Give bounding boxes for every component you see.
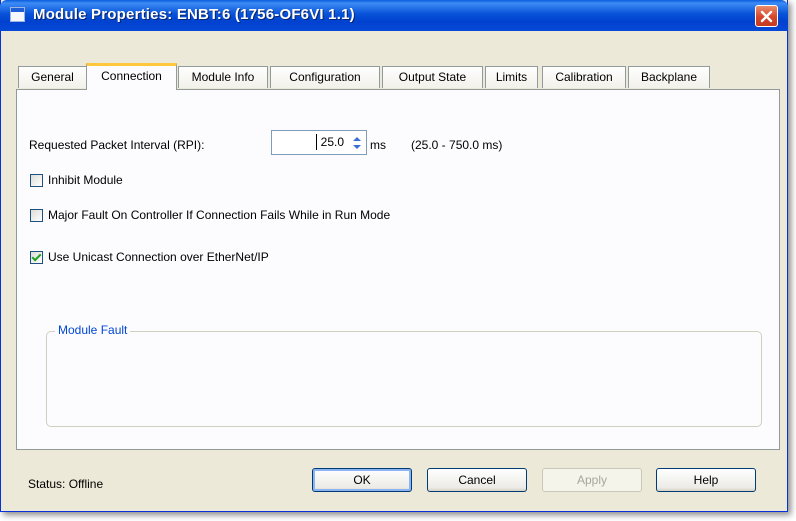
tab-output-state[interactable]: Output State [382,66,483,88]
rpi-unit: ms [370,138,386,152]
tab-backplane[interactable]: Backplane [628,66,710,88]
tab-configuration[interactable]: Configuration [270,66,380,88]
module-fault-title: Module Fault [55,323,131,337]
spin-arrows-icon [353,136,361,149]
tab-limits[interactable]: Limits [485,66,538,88]
tab-general[interactable]: General [18,66,87,88]
help-button[interactable]: Help [656,468,756,492]
module-properties-dialog: Module Properties: ENBT:6 (1756-OF6VI 1.… [0,0,788,512]
tab-label: Output State [398,70,467,84]
tab-label: General [31,70,74,84]
tab-label: Calibration [555,70,613,84]
rpi-input[interactable]: 25.0 [271,130,367,155]
cancel-label: Cancel [458,473,496,487]
spin-updown-icon[interactable] [350,133,364,152]
major-fault-option[interactable]: Major Fault On Controller If Connection … [30,208,390,222]
text-caret [316,134,317,150]
inhibit-module-option[interactable]: Inhibit Module [30,173,123,187]
tab-calibration[interactable]: Calibration [542,66,626,88]
close-button[interactable] [755,5,778,27]
close-icon [760,10,773,22]
tab-label: Module Info [191,70,255,84]
rpi-label: Requested Packet Interval (RPI): [29,138,205,152]
major-fault-checkbox[interactable] [30,208,43,222]
tab-label: Connection [101,69,162,83]
unicast-label: Use Unicast Connection over EtherNet/IP [48,250,269,264]
rpi-range: (25.0 - 750.0 ms) [411,138,503,152]
unicast-option[interactable]: Use Unicast Connection over EtherNet/IP [30,250,269,264]
apply-button[interactable]: Apply [542,468,642,492]
tab-connection[interactable]: Connection [86,63,177,90]
help-label: Help [693,473,719,487]
module-fault-groupbox [46,331,762,427]
inhibit-module-checkbox[interactable] [30,173,43,187]
window-title: Module Properties: ENBT:6 (1756-OF6VI 1.… [33,6,355,23]
cancel-button[interactable]: Cancel [427,468,527,492]
tab-label: Backplane [640,70,698,84]
tab-module-info[interactable]: Module Info [178,66,268,88]
major-fault-label: Major Fault On Controller If Connection … [48,208,391,222]
inhibit-module-label: Inhibit Module [48,173,123,187]
unicast-checkbox[interactable] [30,250,43,264]
rpi-value: 25.0 [320,135,344,149]
tab-label: Limits [495,70,528,84]
window-icon [10,7,25,22]
tab-label: Configuration [289,70,361,84]
ok-label: OK [353,473,371,487]
status-text: Status: Offline [28,477,104,491]
apply-label: Apply [576,473,608,487]
title-bar[interactable]: Module Properties: ENBT:6 (1756-OF6VI 1.… [0,0,788,31]
ok-button[interactable]: OK [312,468,412,492]
